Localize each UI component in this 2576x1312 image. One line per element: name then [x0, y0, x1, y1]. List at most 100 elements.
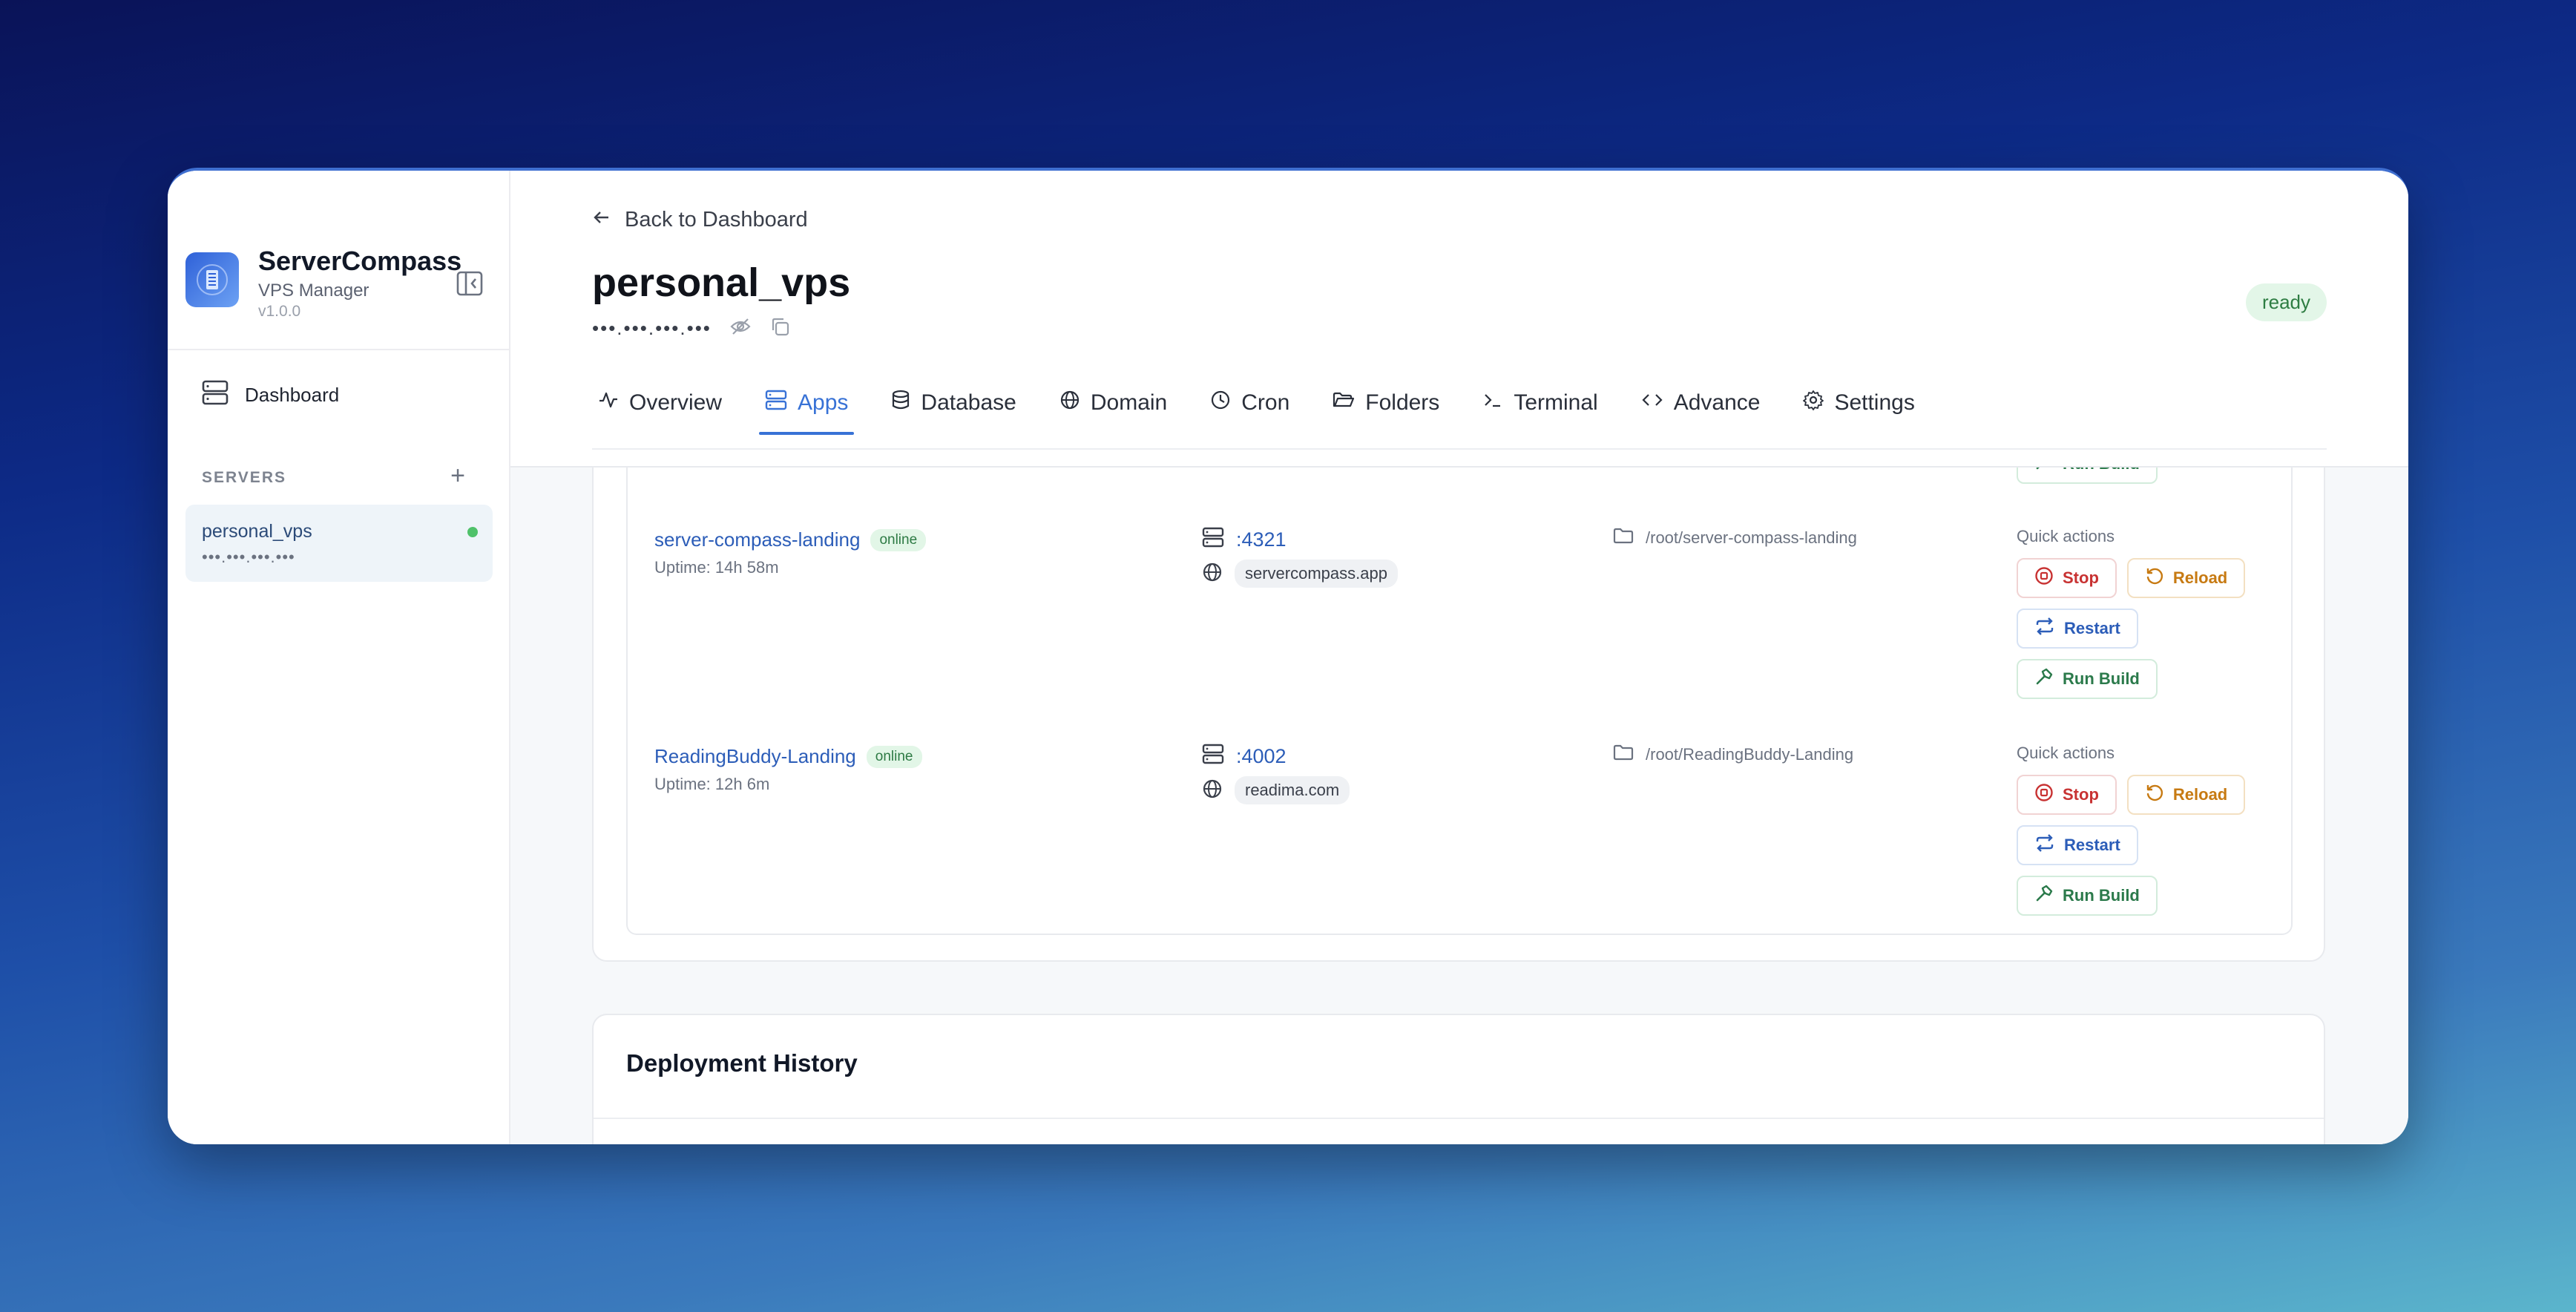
- quick-actions: Quick actions Stop Reload Restart Run Bu…: [2017, 527, 2246, 709]
- globe-icon: [1202, 778, 1223, 803]
- server-name: personal_vps: [202, 521, 312, 542]
- stop-label: Stop: [2063, 568, 2099, 587]
- page-title: personal_vps: [592, 260, 851, 305]
- servers-section-label: SERVERS: [202, 469, 286, 486]
- app-name-link[interactable]: ReadingBuddy-Landing: [654, 745, 856, 768]
- repeat-icon: [2034, 617, 2055, 640]
- sidebar-divider: [168, 349, 510, 350]
- back-label: Back to Dashboard: [625, 208, 808, 232]
- stop-circle-icon: [2034, 783, 2054, 807]
- quick-actions-label: Quick actions: [2017, 527, 2115, 545]
- server-header: Back to Dashboard personal_vps •••.•••.•…: [510, 171, 2408, 468]
- tab-domain[interactable]: Domain: [1054, 373, 1173, 433]
- app-uptime: Uptime: 12h 6m: [654, 775, 770, 793]
- sidebar: ServerCompass VPS Manager v1.0.0 Dashboa…: [168, 171, 510, 1144]
- section-title: Deployment History: [626, 1049, 858, 1077]
- app-port-link[interactable]: :4002: [1236, 745, 1287, 768]
- collapse-sidebar-icon[interactable]: [456, 270, 484, 297]
- back-to-dashboard-link[interactable]: Back to Dashboard: [592, 208, 808, 232]
- server-stack-icon: [202, 380, 229, 410]
- stop-button[interactable]: Stop: [2017, 775, 2117, 815]
- folder-icon: [1613, 744, 1634, 766]
- app-uptime: Uptime: 14h 58m: [654, 558, 779, 577]
- app-path: /root/server-compass-landing: [1646, 528, 1857, 547]
- stop-label: Stop: [2063, 785, 2099, 804]
- copy-icon[interactable]: [769, 316, 790, 341]
- tab-label: Database: [921, 390, 1016, 415]
- server-status-dot: [467, 527, 478, 537]
- deployment-history-card: Deployment History: [592, 1014, 2325, 1144]
- activity-icon: [598, 390, 619, 416]
- server-ip-masked: •••.•••.•••.•••: [202, 548, 295, 566]
- restart-button[interactable]: Restart: [2017, 825, 2138, 865]
- reload-label: Reload: [2172, 785, 2228, 804]
- reload-button[interactable]: Reload: [2126, 775, 2246, 815]
- tab-apps[interactable]: Apps: [759, 373, 855, 435]
- tab-label: Overview: [629, 390, 723, 415]
- tab-advance[interactable]: Advance: [1635, 373, 1767, 433]
- reload-button[interactable]: Reload: [2126, 558, 2246, 598]
- sidebar-item-personal-vps[interactable]: personal_vps •••.•••.•••.•••: [185, 505, 493, 582]
- repeat-icon: [2034, 833, 2055, 857]
- hammer-icon: [2034, 667, 2054, 691]
- folder-open-icon: [1333, 390, 1355, 416]
- app-domain[interactable]: servercompass.app: [1235, 560, 1398, 588]
- app-version: v1.0.0: [258, 303, 301, 320]
- quick-actions: Quick actions Stop Reload Restart Run Bu…: [2017, 744, 2246, 926]
- eye-off-icon[interactable]: [729, 317, 752, 340]
- sidebar-item-label: Dashboard: [245, 384, 340, 406]
- server-icon: [765, 390, 787, 416]
- app-window: ServerCompass VPS Manager v1.0.0 Dashboa…: [168, 168, 2408, 1144]
- reload-icon: [2145, 783, 2164, 807]
- folder-icon: [1613, 527, 1634, 549]
- server-ip-masked: •••.•••.•••.•••: [592, 317, 712, 339]
- server-icon: [1202, 744, 1224, 770]
- run-build-button[interactable]: Run Build: [2017, 659, 2158, 699]
- tab-label: Cron: [1241, 390, 1290, 415]
- tab-overview[interactable]: Overview: [592, 373, 728, 433]
- sidebar-item-dashboard[interactable]: Dashboard: [202, 380, 339, 410]
- app-row: ReadingBuddy-Landing online Uptime: 12h …: [628, 744, 2291, 953]
- tab-folders[interactable]: Folders: [1327, 373, 1445, 433]
- restart-button[interactable]: Restart: [2017, 609, 2138, 649]
- stop-circle-icon: [2034, 566, 2054, 590]
- brand-subtitle: VPS Manager: [258, 281, 369, 301]
- main-panel: Run Build server-compass-landing online …: [510, 171, 2408, 1144]
- tab-label: Advance: [1673, 390, 1761, 415]
- run-build-button[interactable]: Run Build: [2017, 876, 2158, 916]
- run-build-button[interactable]: Run Build: [2017, 468, 2158, 484]
- divider: [594, 1118, 2324, 1119]
- restart-label: Restart: [2064, 836, 2120, 854]
- tab-database[interactable]: Database: [885, 373, 1022, 433]
- tab-label: Folders: [1365, 390, 1440, 415]
- add-server-button[interactable]: +: [445, 462, 470, 491]
- database-icon: [891, 390, 910, 416]
- tab-label: Domain: [1090, 390, 1168, 415]
- apps-card: Run Build server-compass-landing online …: [592, 468, 2325, 962]
- arrow-left-icon: [592, 208, 611, 232]
- tab-label: Terminal: [1514, 390, 1598, 415]
- apps-list: Run Build server-compass-landing online …: [626, 468, 2293, 935]
- code-icon: [1641, 390, 1663, 416]
- tab-cron[interactable]: Cron: [1204, 373, 1295, 433]
- tab-settings[interactable]: Settings: [1797, 373, 1920, 433]
- hammer-icon: [2034, 884, 2054, 908]
- stop-button[interactable]: Stop: [2017, 558, 2117, 598]
- hammer-icon: [2034, 468, 2054, 476]
- app-name-link[interactable]: server-compass-landing: [654, 528, 860, 551]
- tab-terminal[interactable]: Terminal: [1476, 373, 1603, 433]
- globe-icon: [1059, 390, 1080, 416]
- reload-label: Reload: [2172, 568, 2228, 587]
- app-path: /root/ReadingBuddy-Landing: [1646, 745, 1854, 764]
- app-row: server-compass-landing online Uptime: 14…: [628, 527, 2291, 736]
- content-area: Run Build server-compass-landing online …: [510, 468, 2408, 1144]
- app-domain[interactable]: readima.com: [1235, 776, 1350, 804]
- globe-icon: [1202, 562, 1223, 586]
- app-port-link[interactable]: :4321: [1236, 528, 1287, 551]
- brand-name: ServerCompass: [258, 246, 462, 276]
- brand: ServerCompass VPS Manager v1.0.0: [185, 245, 461, 321]
- terminal-icon: [1482, 390, 1503, 416]
- run-build-label: Run Build: [2063, 669, 2140, 688]
- server-icon: [1202, 527, 1224, 553]
- status-badge: online: [870, 528, 927, 551]
